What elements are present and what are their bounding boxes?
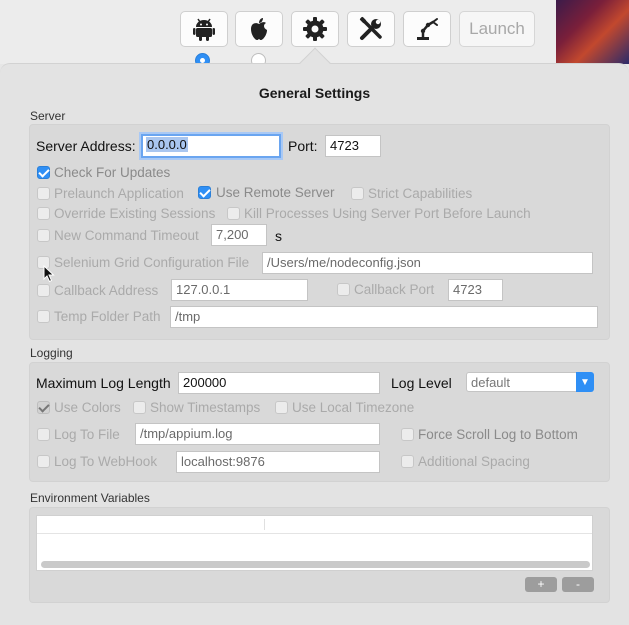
check-updates-label: Check For Updates	[54, 165, 171, 180]
force-scroll-checkbox[interactable]	[401, 428, 414, 441]
env-section-label: Environment Variables	[30, 491, 150, 505]
new-command-timeout-label: New Command Timeout	[54, 228, 199, 243]
apple-icon	[251, 18, 267, 40]
add-env-variable-button[interactable]: +	[525, 577, 557, 592]
temp-folder-checkbox[interactable]	[37, 310, 50, 323]
use-colors-label: Use Colors	[54, 400, 121, 415]
column-divider	[264, 519, 265, 530]
server-address-input[interactable]: 0.0.0.0	[141, 134, 281, 158]
server-section-label: Server	[30, 109, 66, 123]
local-timezone-label: Use Local Timezone	[292, 400, 415, 415]
local-timezone-checkbox[interactable]	[275, 401, 288, 414]
port-input[interactable]: 4723	[325, 135, 381, 157]
callback-port-label: Callback Port	[354, 282, 435, 297]
show-timestamps-checkbox[interactable]	[133, 401, 146, 414]
force-scroll-label: Force Scroll Log to Bottom	[418, 427, 578, 442]
kill-processes-label: Kill Processes Using Server Port Before …	[244, 206, 531, 221]
prelaunch-checkbox[interactable]	[37, 187, 50, 200]
callback-port-checkbox[interactable]	[337, 283, 350, 296]
android-button[interactable]	[180, 11, 228, 47]
callback-address-checkbox[interactable]	[37, 284, 50, 297]
env-variables-table[interactable]	[36, 515, 593, 571]
port-label: Port:	[288, 138, 318, 154]
remote-server-label: Use Remote Server	[216, 185, 335, 200]
log-to-webhook-label: Log To WebHook	[54, 454, 158, 469]
settings-button[interactable]	[291, 11, 339, 47]
server-address-label: Server Address:	[36, 138, 136, 154]
max-log-length-input[interactable]: 200000	[178, 372, 380, 394]
strict-capabilities-checkbox[interactable]	[351, 187, 364, 200]
log-file-path-input[interactable]: /tmp/appium.log	[135, 423, 380, 445]
kill-processes-checkbox[interactable]	[227, 207, 240, 220]
robot-arm-icon	[417, 18, 438, 40]
temp-folder-label: Temp Folder Path	[54, 309, 161, 324]
webhook-input[interactable]: localhost:9876	[176, 451, 380, 473]
apple-button[interactable]	[235, 11, 283, 47]
check-updates-checkbox[interactable]	[37, 166, 50, 179]
gear-icon	[303, 17, 327, 41]
timeout-unit-label: s	[275, 228, 282, 244]
desktop-background	[556, 0, 629, 64]
temp-folder-input[interactable]: /tmp	[170, 306, 598, 328]
chevron-down-icon[interactable]: ▼	[576, 372, 594, 392]
additional-spacing-checkbox[interactable]	[401, 455, 414, 468]
selenium-grid-file-input[interactable]: /Users/me/nodeconfig.json	[262, 252, 593, 274]
callback-port-input[interactable]: 4723	[448, 279, 503, 301]
new-command-timeout-checkbox[interactable]	[37, 229, 50, 242]
max-log-length-label: Maximum Log Length	[36, 375, 171, 391]
new-command-timeout-input[interactable]: 7,200	[211, 224, 267, 246]
table-header-divider	[37, 533, 592, 534]
log-level-select[interactable]: default	[466, 372, 578, 392]
override-sessions-checkbox[interactable]	[37, 207, 50, 220]
log-to-file-label: Log To File	[54, 427, 120, 442]
prelaunch-label: Prelaunch Application	[54, 186, 184, 201]
callback-address-label: Callback Address	[54, 283, 159, 298]
launch-button[interactable]: Launch	[459, 11, 535, 47]
override-sessions-label: Override Existing Sessions	[54, 206, 216, 221]
callback-address-input[interactable]: 127.0.0.1	[171, 279, 308, 301]
tools-icon	[359, 16, 382, 40]
log-to-file-checkbox[interactable]	[37, 428, 50, 441]
robot-button[interactable]	[403, 11, 451, 47]
show-timestamps-label: Show Timestamps	[150, 400, 261, 415]
strict-capabilities-label: Strict Capabilities	[368, 186, 473, 201]
android-icon	[193, 18, 215, 41]
developer-tools-button[interactable]	[347, 11, 395, 47]
log-to-webhook-checkbox[interactable]	[37, 455, 50, 468]
remote-server-checkbox[interactable]	[198, 186, 211, 199]
additional-spacing-label: Additional Spacing	[418, 454, 530, 469]
horizontal-scrollbar[interactable]	[41, 561, 590, 568]
mouse-cursor-icon	[43, 265, 55, 283]
selenium-grid-label: Selenium Grid Configuration File	[54, 255, 250, 270]
log-level-label: Log Level	[391, 375, 452, 391]
use-colors-checkbox[interactable]	[37, 401, 50, 414]
dialog-title: General Settings	[258, 85, 371, 101]
logging-section-label: Logging	[30, 346, 73, 360]
remove-env-variable-button[interactable]: -	[562, 577, 594, 592]
